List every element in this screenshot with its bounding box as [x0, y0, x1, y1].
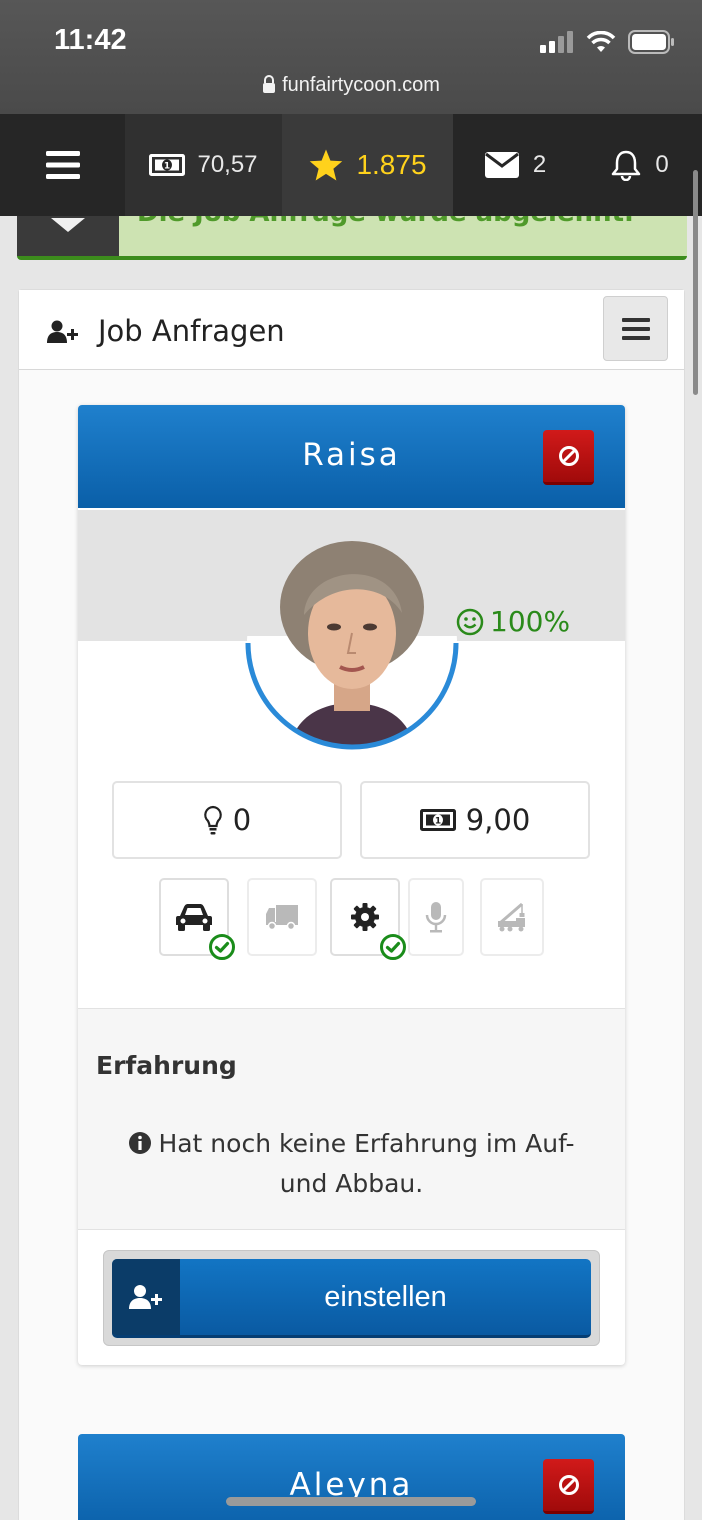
- envelope-icon: [484, 152, 519, 178]
- stars-display[interactable]: 1.875: [282, 114, 453, 216]
- cellular-signal-icon: [540, 31, 573, 53]
- stars-value: 1.875: [356, 149, 427, 180]
- hire-button[interactable]: einstellen: [112, 1259, 591, 1338]
- svg-text:1: 1: [435, 817, 441, 827]
- money-display[interactable]: 1 70,57: [125, 114, 282, 216]
- banknote-icon: 1: [149, 154, 186, 176]
- license-technic[interactable]: [330, 878, 406, 960]
- gear-icon: [351, 903, 379, 931]
- truck-icon: [266, 905, 298, 930]
- applicant-card: Raisa 100% 0 1 9,00 Erfahrung Hat noch k…: [78, 405, 625, 1365]
- microphone-icon: [425, 902, 447, 933]
- url-text: funfairtycoon.com: [282, 74, 440, 96]
- bell-icon: [612, 150, 641, 181]
- status-icons: [540, 30, 674, 54]
- skill-stat: 0: [112, 781, 342, 859]
- lock-icon: [263, 75, 276, 93]
- banknote-icon: 1: [419, 809, 456, 831]
- panel-header: Job Anfragen: [19, 290, 684, 370]
- experience-section: Erfahrung Hat noch keine Erfahrung im Au…: [78, 1008, 625, 1230]
- chevron-down-icon: [51, 218, 85, 232]
- satisfaction-value: 100%: [490, 605, 571, 638]
- applicant-card: Aleyna: [78, 1434, 625, 1520]
- wage-value: 9,00: [465, 803, 531, 837]
- add-user-icon: [47, 320, 78, 343]
- experience-text-wrap: Hat noch keine Erfahrung im Auf- und Abb…: [108, 1124, 595, 1204]
- ban-icon: [558, 446, 579, 466]
- applicant-header: Raisa: [78, 405, 625, 508]
- smiley-icon: [456, 608, 484, 635]
- page-scrollbar[interactable]: [693, 170, 698, 395]
- wage-stat: 1 9,00: [360, 781, 590, 859]
- url-bar[interactable]: funfairtycoon.com: [0, 74, 702, 97]
- license-microphone[interactable]: [408, 878, 464, 956]
- license-truck[interactable]: [247, 878, 317, 956]
- hamburger-icon: [45, 151, 80, 179]
- main-menu-button[interactable]: [0, 114, 125, 216]
- car-icon: [176, 904, 212, 931]
- avatar: [244, 535, 460, 751]
- messages-count: 2: [532, 151, 547, 178]
- status-time: 11:42: [54, 24, 127, 56]
- ban-icon: [558, 1475, 579, 1495]
- home-indicator[interactable]: [226, 1497, 476, 1506]
- satisfaction-indicator: 100%: [456, 605, 570, 638]
- notifications-button[interactable]: 0: [578, 114, 702, 216]
- check-circle-icon: [209, 934, 235, 960]
- applicant-portrait: [245, 538, 459, 750]
- notifications-count: 0: [655, 151, 669, 178]
- hire-button-frame: einstellen: [103, 1250, 600, 1346]
- panel-title: Job Anfragen: [98, 314, 285, 348]
- battery-icon: [628, 30, 674, 54]
- status-bar: 11:42 funfairtycoon.com: [0, 0, 702, 114]
- crane-icon: [498, 902, 525, 932]
- skill-value: 0: [232, 803, 252, 837]
- check-circle-icon: [380, 934, 406, 960]
- reject-button[interactable]: [543, 430, 594, 485]
- svg-text:1: 1: [164, 162, 170, 172]
- experience-text: Hat noch keine Erfahrung im Auf- und Abb…: [158, 1129, 575, 1198]
- add-user-icon: [129, 1285, 162, 1309]
- reject-button[interactable]: [543, 1459, 594, 1514]
- hire-icon-area: [112, 1259, 180, 1335]
- hire-button-label: einstellen: [324, 1280, 447, 1313]
- lightbulb-icon: [203, 805, 222, 835]
- wifi-icon: [586, 31, 616, 52]
- star-icon: [310, 149, 343, 181]
- messages-button[interactable]: 2: [453, 114, 578, 216]
- experience-heading: Erfahrung: [96, 1051, 237, 1080]
- license-car[interactable]: [159, 878, 235, 960]
- hamburger-icon: [621, 317, 650, 340]
- panel-menu-button[interactable]: [603, 296, 668, 361]
- info-circle-icon: [129, 1132, 152, 1154]
- money-value: 70,57: [197, 151, 258, 178]
- license-crane[interactable]: [480, 878, 544, 956]
- game-top-nav: 1 70,57 1.875 2 0: [0, 114, 702, 216]
